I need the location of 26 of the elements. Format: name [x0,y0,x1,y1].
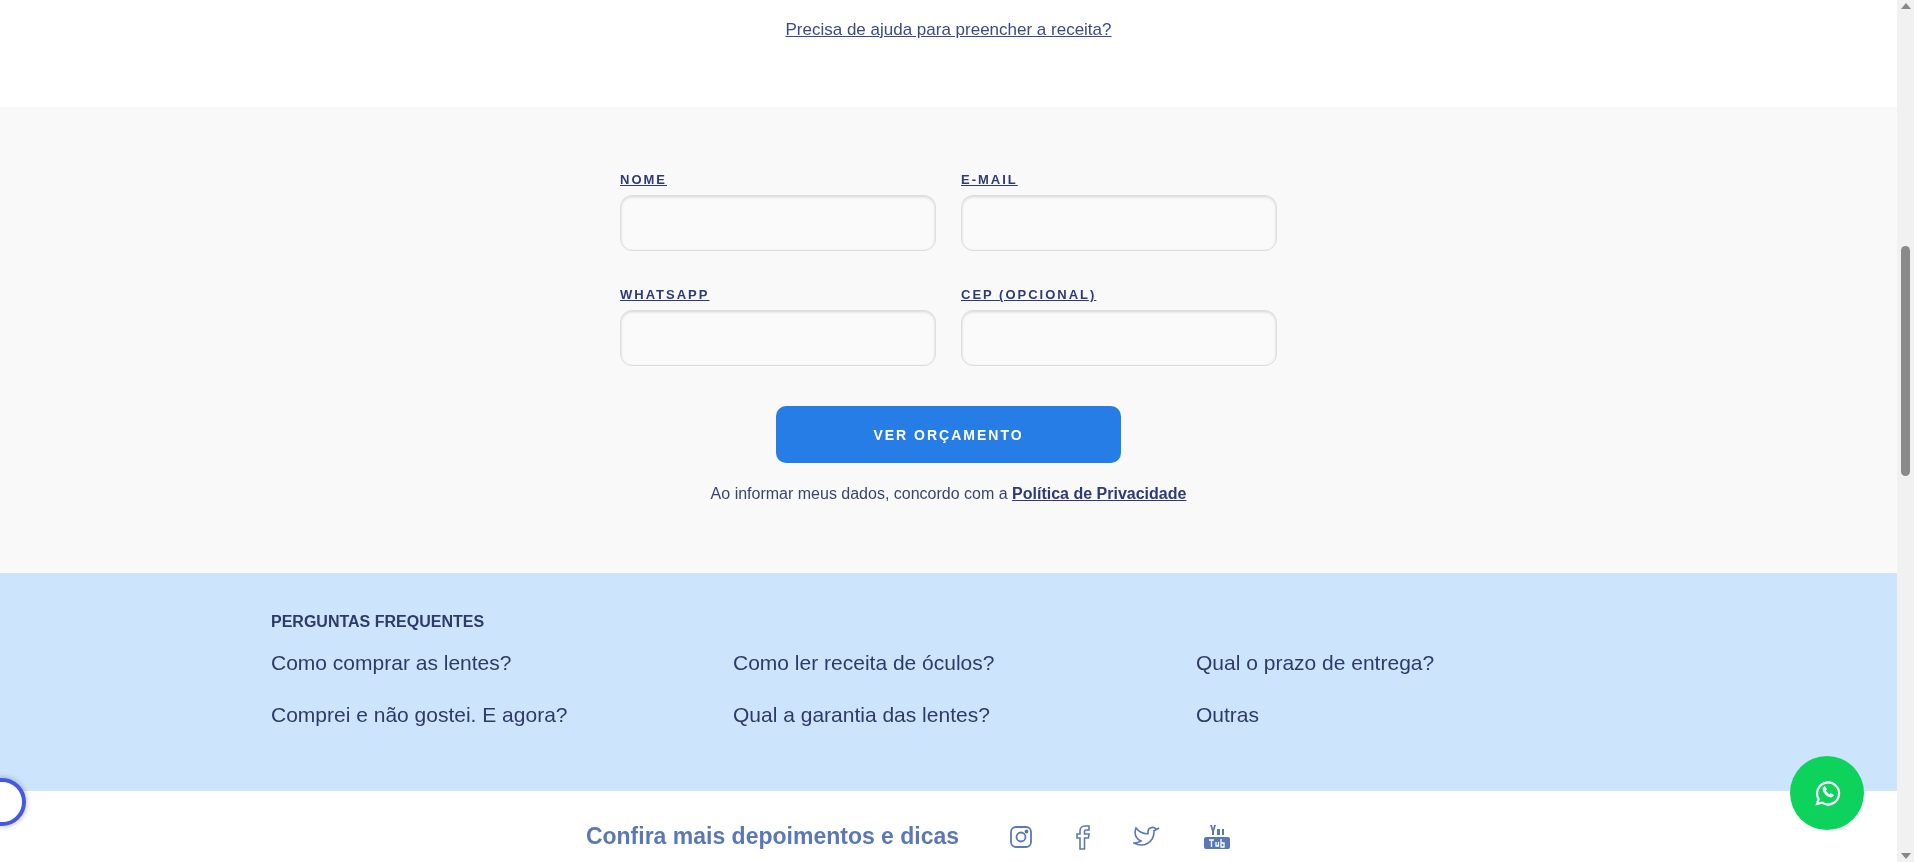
chat-bubble-icon [1812,778,1842,808]
facebook-icon[interactable] [1075,823,1092,850]
input-field[interactable] [620,310,936,366]
field-label: E-MAIL [961,172,1018,187]
faq-link[interactable]: Qual a garantia das lentes? [733,703,990,727]
consent-text: Ao informar meus dados, concordo com a Política de Privacidade [710,485,1187,503]
bird-icon[interactable] [1133,824,1162,849]
scrollbar[interactable] [1897,0,1914,862]
field-label: WHATSAPP [620,287,710,302]
input-field[interactable] [961,310,1277,366]
faq-link[interactable]: Como ler receita de óculos? [733,651,995,675]
faq-link[interactable]: Comprei e não gostei. E agora? [271,703,568,727]
input-field[interactable] [961,195,1277,251]
faq-link[interactable]: Outras [1196,703,1260,727]
field-label: NOME [620,172,667,187]
instagram-icon[interactable] [1009,824,1034,849]
help-link[interactable]: Precisa de ajuda para preencher a receita? [785,20,1112,40]
privacy-link[interactable]: Política de Privacidade [1012,485,1187,502]
social-heading: Confira mais depoimentos e dicas [585,823,960,850]
submit-button[interactable]: VER ORÇAMENTO [776,406,1121,463]
faq-link[interactable]: Como comprar as lentes? [271,651,512,675]
field-label: CEP (OPCIONAL) [961,287,1097,302]
faq-heading: PERGUNTAS FREQUENTES [271,613,485,631]
input-field[interactable] [620,195,936,251]
faq-link[interactable]: Qual o prazo de entrega? [1196,651,1435,675]
youtube-icon[interactable] [1203,823,1232,850]
